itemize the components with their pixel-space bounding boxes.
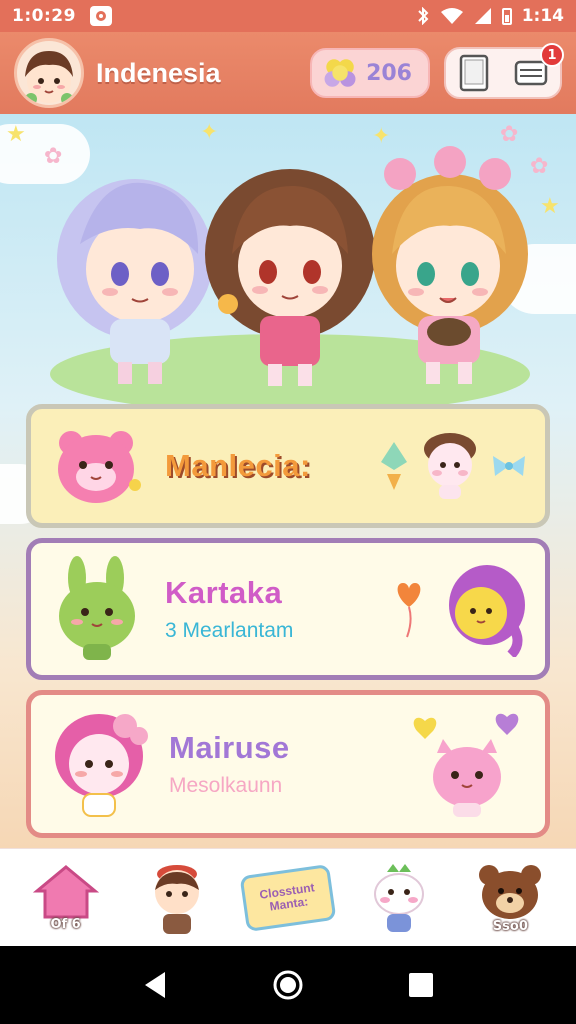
card-title: Kartaka bbox=[165, 575, 283, 610]
header-actions: 1 bbox=[444, 43, 564, 99]
gem-icon bbox=[381, 442, 407, 490]
notification-icon bbox=[89, 6, 112, 26]
battery-text: 1:14 bbox=[521, 6, 564, 26]
coin-flower-icon bbox=[324, 59, 356, 87]
card-art bbox=[407, 709, 527, 819]
menu-card-mairuse[interactable]: Mairuse Mesolkaunn bbox=[26, 690, 550, 838]
pink-girl-icon bbox=[55, 714, 148, 817]
status-right: 1:14 bbox=[416, 6, 564, 26]
coin-counter[interactable]: 206 bbox=[310, 48, 430, 98]
star-decoration: ★ bbox=[540, 194, 560, 219]
purple-hair-girl-icon bbox=[449, 565, 525, 657]
character-blonde bbox=[372, 146, 528, 384]
bear-icon bbox=[479, 865, 542, 919]
event-sign: Closstunt Manta: bbox=[239, 863, 337, 932]
battery-icon bbox=[501, 8, 512, 25]
status-bar: 1:0:29 1:14 bbox=[0, 0, 576, 32]
card-title: Mairuse bbox=[169, 730, 290, 765]
app-title: Indenesia bbox=[96, 57, 221, 88]
nav-bear-label: Sso0 bbox=[492, 919, 528, 934]
nav-character[interactable] bbox=[127, 852, 227, 944]
wifi-icon bbox=[440, 8, 463, 24]
hero-characters bbox=[57, 146, 528, 386]
tablet-icon[interactable] bbox=[459, 54, 489, 92]
pink-cat-hearts-icon bbox=[413, 713, 519, 817]
nav-home-label: Of 6 bbox=[50, 917, 81, 932]
avatar[interactable] bbox=[14, 38, 84, 108]
nav-sign[interactable]: Closstunt Manta: bbox=[238, 852, 338, 944]
character-lavender bbox=[57, 179, 213, 384]
nav-home[interactable]: Of 6 bbox=[16, 852, 116, 944]
card-text: Manlecia: bbox=[165, 448, 311, 484]
back-icon[interactable] bbox=[141, 970, 169, 1000]
circle-home-icon[interactable] bbox=[271, 968, 305, 1002]
boy-character-icon bbox=[154, 864, 199, 934]
menu-card-kartaka[interactable]: Kartaka 3 Mearlantam bbox=[26, 538, 550, 680]
nav-pet[interactable] bbox=[349, 852, 449, 944]
bottom-nav: Of 6 Closstunt Manta: Sso0 bbox=[0, 848, 576, 946]
card-subtitle: Mesolkaunn bbox=[169, 774, 283, 797]
star-decoration: ★ bbox=[6, 122, 26, 147]
card-text: Mairuse Mesolkaunn bbox=[169, 730, 290, 798]
bluetooth-icon bbox=[417, 7, 429, 25]
pink-bear-icon bbox=[58, 431, 141, 503]
card-art bbox=[391, 561, 527, 657]
status-time: 1:0:29 bbox=[12, 6, 76, 26]
card-subtitle: 3 Mearlantam bbox=[165, 619, 294, 642]
menu-card-manlecia[interactable]: Manlecia: bbox=[26, 404, 550, 528]
card-art bbox=[379, 431, 527, 501]
nav-bear[interactable]: Sso0 bbox=[460, 852, 560, 944]
bow-icon bbox=[493, 456, 525, 476]
home-icon bbox=[32, 865, 99, 919]
square-recents-icon[interactable] bbox=[407, 971, 435, 999]
signal-icon bbox=[474, 8, 491, 24]
main-area: ★ ✿ ✦ ✦ ✿ ✿ ★ Manlecia: Kartaka 3 Mearla… bbox=[0, 114, 576, 848]
system-nav-bar bbox=[0, 946, 576, 1024]
coin-value: 206 bbox=[366, 60, 412, 86]
app-header: Indenesia 206 1 bbox=[0, 32, 576, 114]
card-text: Kartaka 3 Mearlantam bbox=[165, 575, 293, 643]
mushroom-girl-icon bbox=[424, 433, 476, 499]
character-brunette bbox=[205, 169, 375, 386]
heart-balloon-icon bbox=[397, 583, 421, 638]
notification-badge: 1 bbox=[540, 43, 564, 67]
bunny-pet-icon bbox=[374, 863, 425, 932]
green-bunny-icon bbox=[59, 556, 135, 660]
card-title: Manlecia: bbox=[165, 448, 311, 483]
